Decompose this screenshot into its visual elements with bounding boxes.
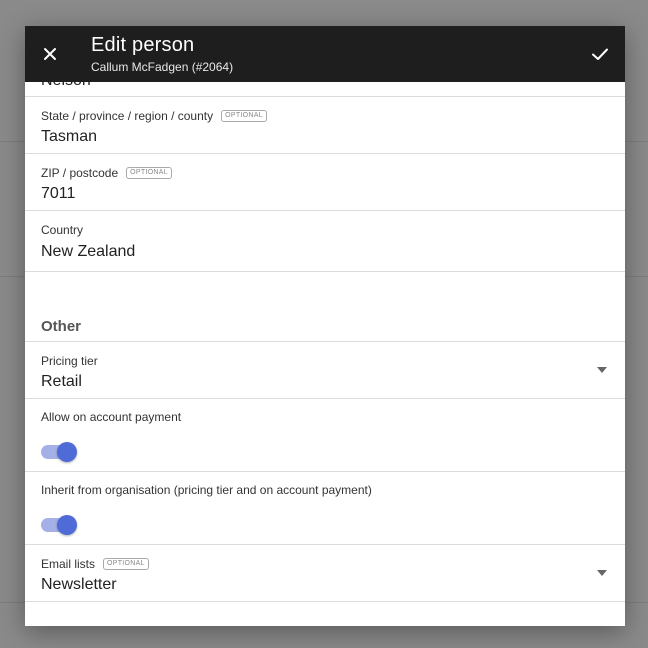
chevron-down-icon[interactable]	[597, 570, 607, 576]
pricing-tier-value: Retail	[41, 373, 82, 390]
email-lists-label: Email lists OPTIONAL	[41, 557, 149, 571]
pricing-tier-select[interactable]: Pricing tier Retail	[25, 342, 625, 399]
optional-badge: OPTIONAL	[103, 558, 149, 570]
allow-on-account-toggle[interactable]	[41, 442, 77, 462]
inherit-field: Inherit from organisation (pricing tier …	[25, 472, 625, 545]
email-lists-select[interactable]: Email lists OPTIONAL Newsletter	[25, 545, 625, 602]
save-button[interactable]	[588, 42, 612, 66]
state-label: State / province / region / county OPTIO…	[41, 109, 267, 123]
check-icon	[592, 48, 608, 60]
zip-label: ZIP / postcode OPTIONAL	[41, 166, 172, 180]
allow-on-account-field: Allow on account payment	[25, 399, 625, 472]
optional-badge: OPTIONAL	[221, 110, 267, 122]
city-value: Nelson	[41, 82, 91, 90]
edit-person-dialog: Edit person Callum McFadgen (#2064) Nels…	[25, 26, 625, 626]
close-icon	[44, 48, 56, 60]
city-field[interactable]: Nelson	[25, 82, 625, 97]
other-section-header: Other	[25, 272, 625, 342]
inherit-label: Inherit from organisation (pricing tier …	[41, 483, 372, 497]
zip-label-text: ZIP / postcode	[41, 166, 119, 180]
email-lists-label-text: Email lists	[41, 557, 96, 571]
country-label: Country	[41, 223, 84, 237]
dialog-body: Nelson State / province / region / count…	[25, 82, 625, 626]
toggle-knob	[57, 515, 77, 535]
toggle-knob	[57, 442, 77, 462]
close-button[interactable]	[38, 42, 62, 66]
pricing-tier-label: Pricing tier	[41, 354, 98, 368]
chevron-down-icon[interactable]	[597, 367, 607, 373]
zip-value: 7011	[41, 185, 76, 202]
inherit-toggle[interactable]	[41, 515, 77, 535]
country-value: New Zealand	[41, 243, 136, 260]
section-title-other: Other	[41, 318, 82, 335]
optional-badge: OPTIONAL	[126, 167, 172, 179]
state-field[interactable]: State / province / region / county OPTIO…	[25, 97, 625, 154]
email-lists-value: Newsletter	[41, 576, 117, 593]
dialog-subtitle: Callum McFadgen (#2064)	[91, 60, 234, 74]
state-value: Tasman	[41, 128, 98, 145]
state-label-text: State / province / region / county	[41, 109, 214, 123]
country-field[interactable]: Country New Zealand	[25, 211, 625, 272]
allow-on-account-label: Allow on account payment	[41, 410, 182, 424]
zip-field[interactable]: ZIP / postcode OPTIONAL 7011	[25, 154, 625, 211]
dialog-header: Edit person Callum McFadgen (#2064)	[25, 26, 625, 82]
dialog-title: Edit person	[91, 34, 195, 56]
